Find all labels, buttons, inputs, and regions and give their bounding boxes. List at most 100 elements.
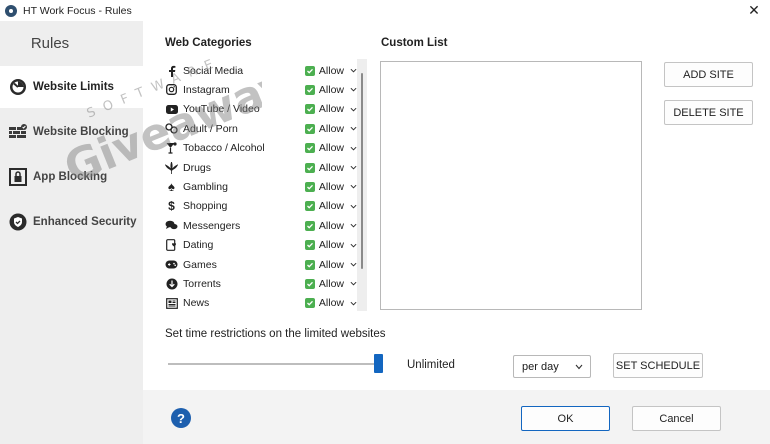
category-status[interactable]: Allow <box>319 239 344 251</box>
dating-icon <box>165 239 178 252</box>
chevron-down-icon[interactable] <box>350 67 357 74</box>
check-icon <box>304 162 315 173</box>
period-select-value: per day <box>522 360 559 373</box>
title-bar: HT Work Focus - Rules ✕ <box>0 0 770 21</box>
custom-list-box[interactable] <box>380 61 642 310</box>
chevron-down-icon[interactable] <box>350 203 357 210</box>
category-status[interactable]: Allow <box>319 162 344 174</box>
check-icon <box>304 143 315 154</box>
newspaper-icon <box>165 297 178 310</box>
scroll-thumb[interactable] <box>361 73 363 269</box>
category-row: Instagram Allow <box>165 80 357 99</box>
category-status[interactable]: Allow <box>319 84 344 96</box>
category-status[interactable]: Allow <box>319 259 344 271</box>
chevron-down-icon[interactable] <box>350 300 357 307</box>
chevron-down-icon[interactable] <box>350 106 357 113</box>
category-row: ♠ Gambling Allow <box>165 177 357 196</box>
category-label: Tobacco / Alcohol <box>183 142 265 155</box>
category-row: Dating Allow <box>165 236 357 255</box>
category-status[interactable]: Allow <box>319 65 344 77</box>
shield-check-icon <box>9 213 27 231</box>
category-row: Tobacco / Alcohol Allow <box>165 139 357 158</box>
category-label: Drugs <box>183 161 212 174</box>
category-status[interactable]: Allow <box>319 297 344 309</box>
category-status[interactable]: Allow <box>319 142 344 154</box>
close-button[interactable]: ✕ <box>746 2 762 18</box>
help-icon[interactable]: ? <box>171 408 191 428</box>
check-icon <box>304 201 315 212</box>
category-label: Gambling <box>183 180 228 193</box>
instagram-icon <box>165 83 178 96</box>
gauge-icon <box>9 78 27 96</box>
sidebar-item-enhanced-security[interactable]: Enhanced Security <box>0 201 143 243</box>
sidebar-item-website-limits[interactable]: Website Limits <box>0 66 143 108</box>
main-panel: Web Categories Custom List Social Media … <box>143 21 770 444</box>
category-row: $ Shopping Allow <box>165 197 357 216</box>
category-label: Instagram <box>183 83 230 96</box>
chevron-down-icon[interactable] <box>350 125 357 132</box>
leaf-icon <box>165 161 178 174</box>
category-label: Messengers <box>183 219 241 232</box>
category-status[interactable]: Allow <box>319 200 344 212</box>
check-icon <box>304 298 315 309</box>
chevron-down-icon[interactable] <box>350 280 357 287</box>
category-label: Shopping <box>183 200 228 213</box>
cocktail-icon <box>165 142 178 155</box>
delete-site-button[interactable]: DELETE SITE <box>664 100 753 125</box>
category-label: Adult / Porn <box>183 122 238 135</box>
ok-button[interactable]: OK <box>521 406 610 431</box>
sidebar-item-label: Website Blocking <box>33 126 129 138</box>
chat-icon <box>165 219 178 232</box>
period-select[interactable]: per day <box>513 355 591 378</box>
app-icon <box>5 4 17 17</box>
time-restriction-label: Set time restrictions on the limited web… <box>165 328 386 340</box>
category-label: News <box>183 297 210 310</box>
time-slider-track[interactable] <box>168 363 378 365</box>
category-status[interactable]: Allow <box>319 220 344 232</box>
add-site-button[interactable]: ADD SITE <box>664 62 753 87</box>
sidebar-item-label: Website Limits <box>33 81 114 93</box>
chevron-down-icon[interactable] <box>350 261 357 268</box>
category-label: Games <box>183 258 217 271</box>
slider-value-label: Unlimited <box>407 359 455 371</box>
category-status[interactable]: Allow <box>319 103 344 115</box>
category-row: Games Allow <box>165 255 357 274</box>
category-label: Social Media <box>183 64 244 77</box>
check-icon <box>304 181 315 192</box>
chevron-down-icon[interactable] <box>350 242 357 249</box>
chevron-down-icon <box>575 364 583 370</box>
category-row: Drugs Allow <box>165 158 357 177</box>
youtube-icon <box>165 103 178 116</box>
chevron-down-icon[interactable] <box>350 222 357 229</box>
lock-screen-icon <box>9 168 27 186</box>
category-label: Torrents <box>183 277 221 290</box>
category-status[interactable]: Allow <box>319 123 344 135</box>
wall-icon <box>9 123 27 141</box>
web-categories-list: Social Media Allow Instagram Allow YouTu… <box>165 61 369 311</box>
sidebar-item-app-blocking[interactable]: App Blocking <box>0 156 143 198</box>
category-row: YouTube / Video Allow <box>165 100 357 119</box>
categories-scrollbar[interactable] <box>357 59 367 311</box>
web-categories-heading: Web Categories <box>165 37 252 49</box>
cancel-button[interactable]: Cancel <box>632 406 721 431</box>
check-icon <box>304 104 315 115</box>
time-slider-thumb[interactable] <box>373 354 383 373</box>
category-status[interactable]: Allow <box>319 278 344 290</box>
chevron-down-icon[interactable] <box>350 183 357 190</box>
category-row: Torrents Allow <box>165 274 357 293</box>
window-title: HT Work Focus - Rules <box>23 4 132 17</box>
category-label: Dating <box>183 239 214 252</box>
sidebar-item-website-blocking[interactable]: Website Blocking <box>0 111 143 153</box>
chevron-down-icon[interactable] <box>350 145 357 152</box>
time-slider-fill <box>168 363 378 365</box>
category-row: Social Media Allow <box>165 61 357 80</box>
chevron-down-icon[interactable] <box>350 164 357 171</box>
spade-icon: ♠ <box>168 179 175 195</box>
check-icon <box>304 240 315 251</box>
set-schedule-button[interactable]: SET SCHEDULE <box>613 353 703 378</box>
check-icon <box>304 259 315 270</box>
category-status[interactable]: Allow <box>319 181 344 193</box>
sidebar-title: Rules <box>30 35 70 52</box>
chevron-down-icon[interactable] <box>350 86 357 93</box>
torrent-icon <box>165 277 178 290</box>
